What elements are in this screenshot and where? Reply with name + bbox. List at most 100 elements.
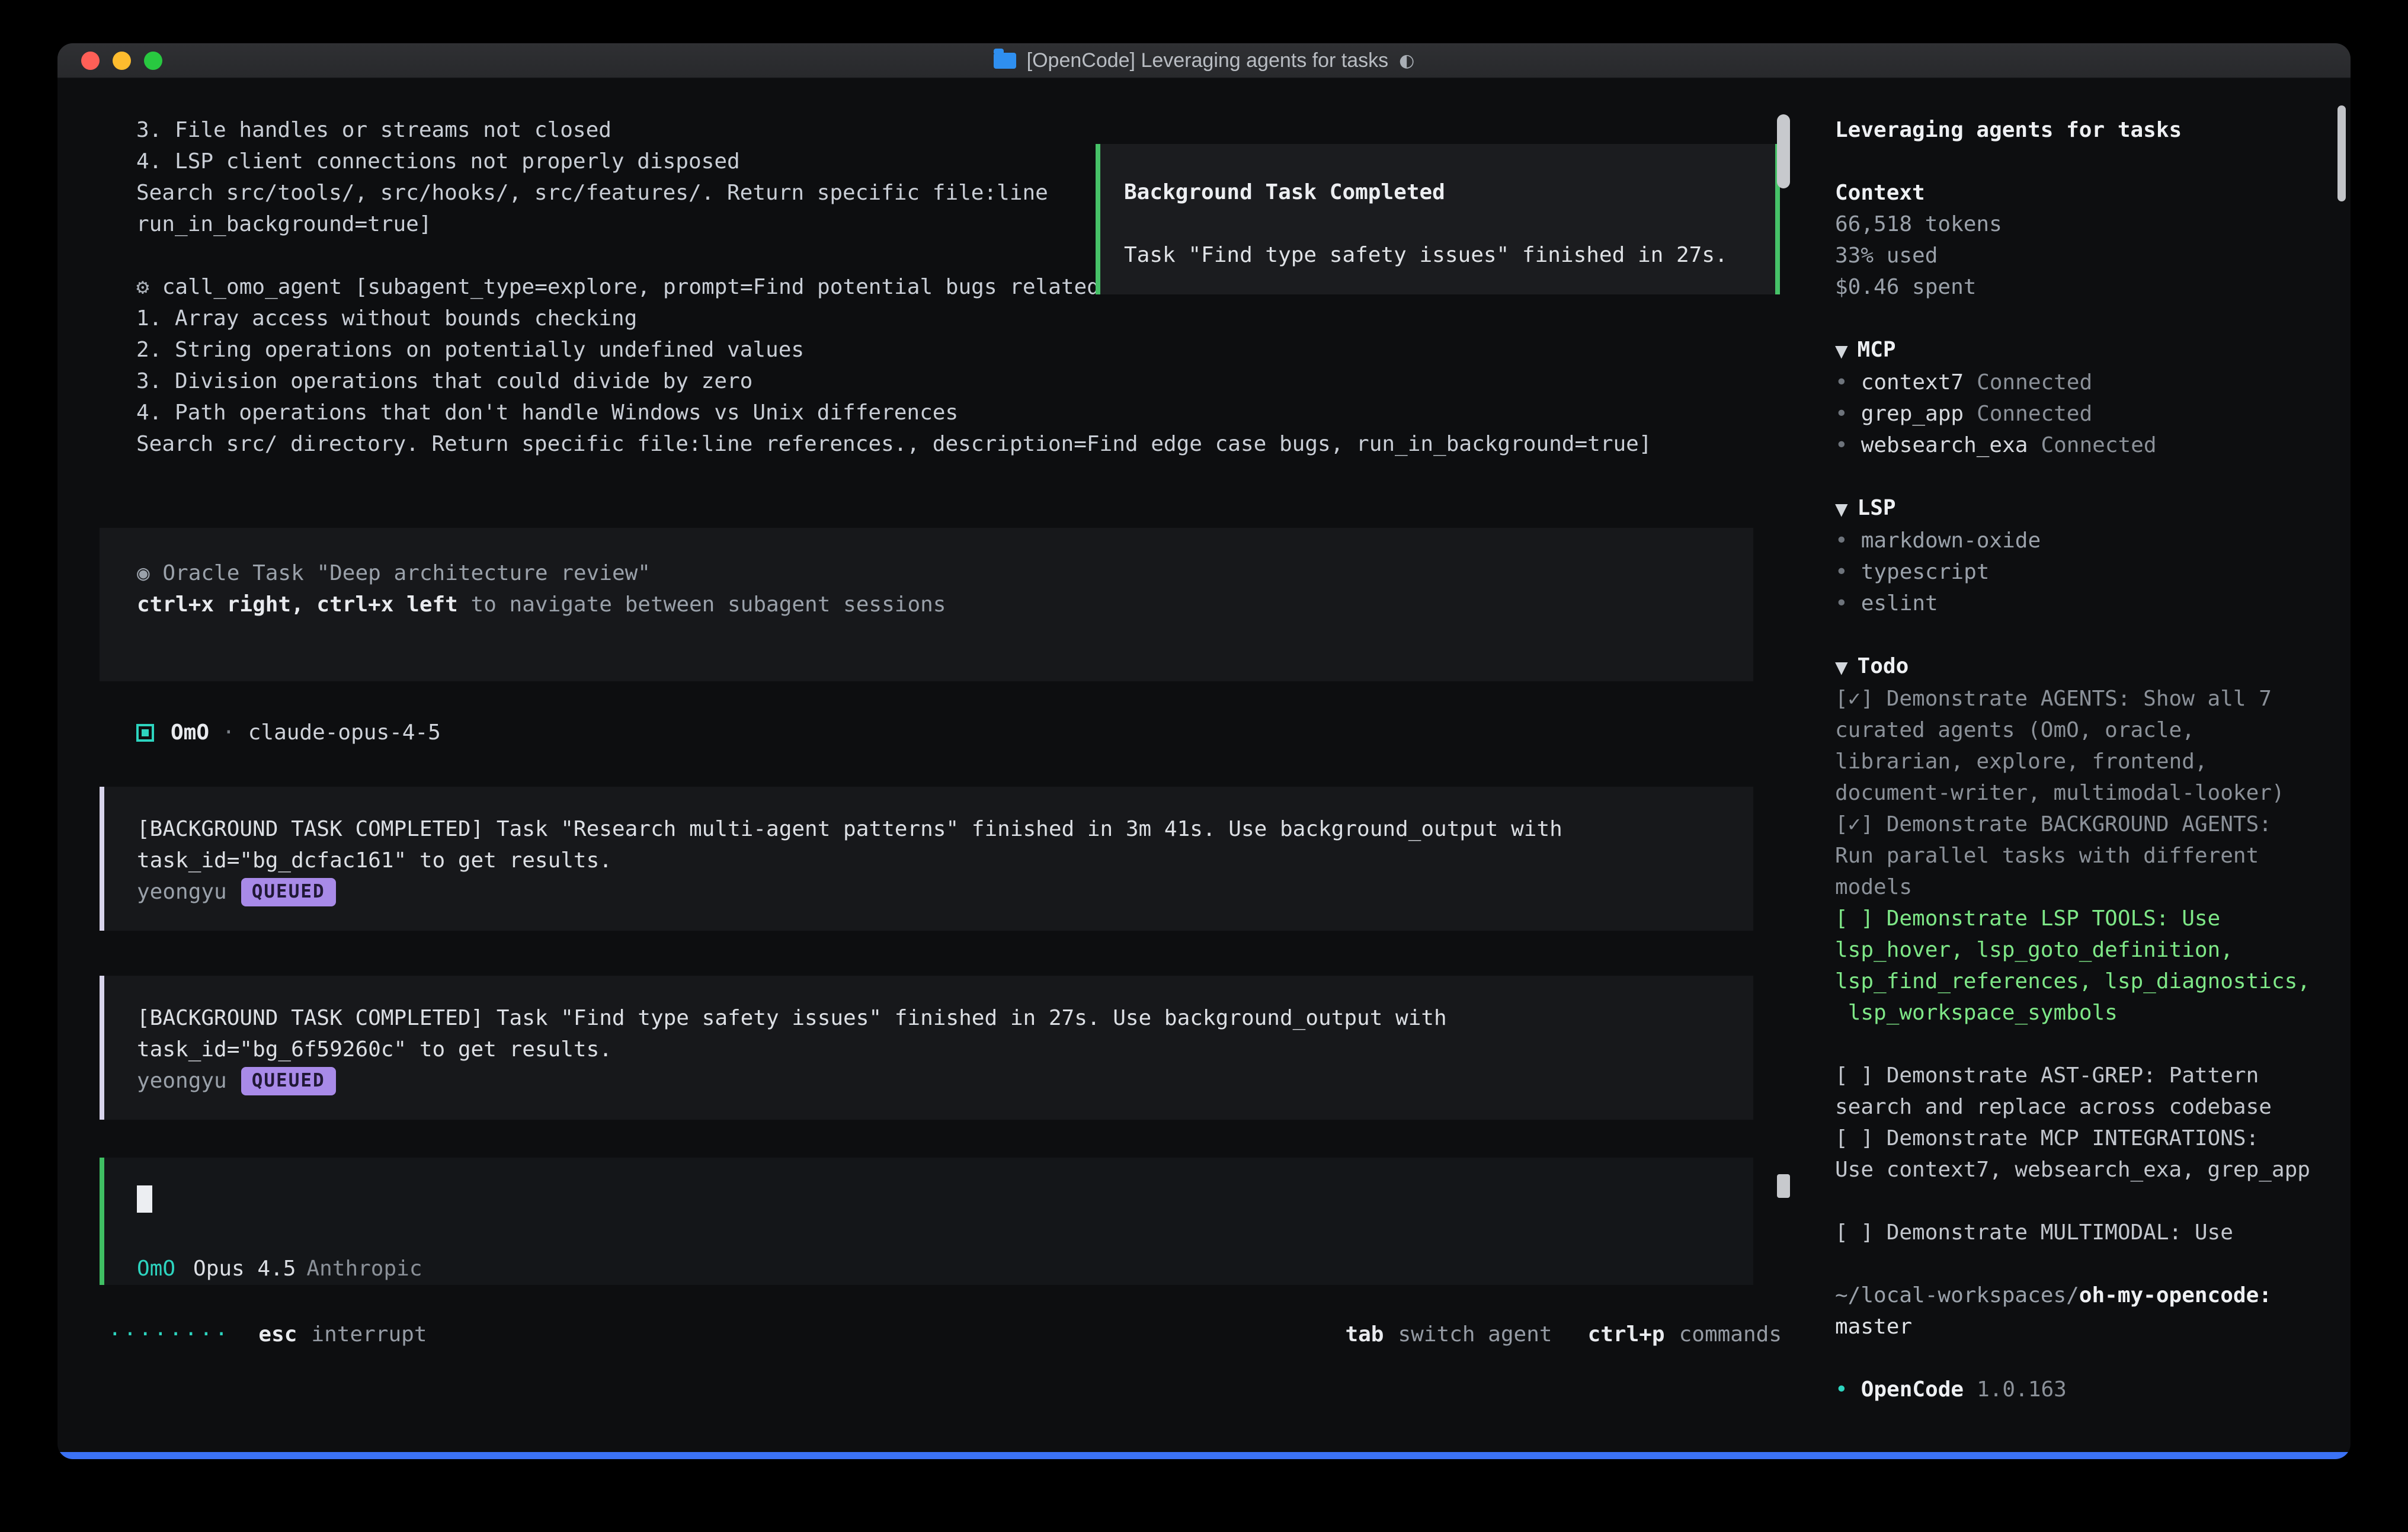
context-spent: $0.46 spent [1835,271,2333,303]
todo-header-label: Todo [1858,654,1909,678]
lsp-item: •typescript [1835,556,2333,588]
workspace-path-prefix: ~/local-workspaces/ [1835,1283,2079,1307]
window-title: [OpenCode] Leveraging agents for tasks [1027,49,1389,72]
todo-item: [ ] Demonstrate AST-GREP: Pattern search… [1835,1060,2333,1123]
hint-keys: ctrl+x right, ctrl+x left [137,592,458,617]
mcp-item: •context7Connected [1835,367,2333,398]
gear-icon: ⚙ [136,275,149,299]
session-title: Leveraging agents for tasks [1835,114,2333,146]
sidebar-scrollbar-thumb[interactable] [2337,105,2346,201]
status-bar: ········ esc interrupt tab switch agent … [57,1319,1799,1350]
spinner-dots: ········ [108,1319,230,1350]
notification-title: Background Task Completed [1124,177,1775,208]
lsp-item: • markdown-oxide [1835,525,2333,556]
agent-icon [136,724,154,742]
close-button[interactable] [81,52,100,70]
tool-call-list-item: 1. Array access without bounds checking [57,303,1799,334]
context-tokens: 66,518 tokens [1835,209,2333,240]
context-header: Context [1835,177,2333,209]
queued-badge: QUEUED [241,1067,336,1095]
window-title-group: [OpenCode] Leveraging agents for tasks ◐ [994,49,1415,72]
mcp-item-name: grep_app [1861,402,1964,426]
message-author: yeongyu [137,1065,227,1097]
folder-icon [994,53,1016,69]
session-status-icon: ◐ [1399,50,1414,71]
chat-pane: 3. File handles or streams not closed 4.… [57,79,1799,1452]
chevron-down-icon: ▼ [1835,341,1848,361]
todo-item: [✓] Demonstrate BACKGROUND AGENTS: Run p… [1835,809,2333,903]
agent-name: OmO [171,717,209,748]
message-block: [BACKGROUND TASK COMPLETED] Task "Resear… [100,787,1753,931]
lsp-header-label: LSP [1858,496,1896,520]
tool-call-tail: Search src/ directory. Return specific f… [57,428,1799,460]
main-scrollbar-thumb-lower[interactable] [1777,1174,1790,1198]
agent-model: claude-opus-4-5 [248,717,441,748]
tool-call-list-item: 4. Path operations that don't handle Win… [57,397,1799,428]
separator-dot: · [222,717,235,748]
status-right-group: tab switch agent ctrl+p commands [1345,1319,1782,1350]
bullet-icon: • [1835,1377,1848,1402]
zoom-button[interactable] [144,52,162,70]
message-author: yeongyu [137,876,227,908]
queued-badge: QUEUED [241,878,336,906]
context-used: 33% used [1835,240,2333,271]
oracle-task-panel: ◉ Oracle Task "Deep architecture review"… [100,528,1753,681]
tool-call-list-item: 2. String operations on potentially unde… [57,334,1799,366]
app-name: OpenCode [1861,1377,1964,1402]
cursor-line [137,1182,1753,1214]
minimize-button[interactable] [113,52,131,70]
ctrlp-key-label: commands [1679,1319,1782,1350]
mcp-section-header[interactable]: ▼ MCP [1835,334,2333,367]
message-text: [BACKGROUND TASK COMPLETED] Task "Find t… [137,1002,1730,1065]
workspace-path: ~/local-workspaces/oh-my-opencode: [1835,1280,2333,1311]
todo-item: [ ] Demonstrate MULTIMODAL: Use [1835,1217,2333,1248]
input-provider-label: Anthropic [306,1257,422,1281]
lsp-item-name: eslint [1861,591,1938,616]
terminal-window: [OpenCode] Leveraging agents for tasks ◐… [57,43,2351,1459]
todo-section-header[interactable]: ▼ Todo [1835,650,2333,683]
hint-text: to navigate between subagent sessions [458,592,946,617]
prompt-input[interactable]: OmOOpus 4.5Anthropic [100,1158,1753,1285]
chevron-down-icon: ▼ [1835,658,1848,677]
bullet-icon: • [1835,402,1848,426]
tool-call-list-item: 3. Division operations that could divide… [57,366,1799,397]
todo-item: [✓] Demonstrate AGENTS: Show all 7 curat… [1835,683,2333,809]
bullet-icon: • [1835,591,1848,616]
message-block: [BACKGROUND TASK COMPLETED] Task "Find t… [100,976,1753,1120]
bullet-icon: • [1835,560,1848,584]
lsp-item: • eslint [1835,588,2333,619]
toast-notification: Background Task Completed Task "Find typ… [1096,144,1780,294]
message-text: [BACKGROUND TASK COMPLETED] Task "Resear… [137,813,1730,876]
oracle-task-title: Oracle Task "Deep architecture review" [150,561,651,585]
record-icon: ◉ [137,561,150,585]
oracle-hint-line: ctrl+x right, ctrl+x left to navigate be… [137,589,1753,620]
lsp-item-name: markdown-oxide [1861,528,2041,553]
mcp-item: •websearch_exaConnected [1835,430,2333,461]
bullet-icon: • [1835,433,1848,457]
titlebar: [OpenCode] Leveraging agents for tasks ◐ [57,43,2351,79]
input-agent-label: OmO [137,1257,175,1281]
esc-key-hint: esc [258,1319,297,1350]
workspace-branch: master [1835,1311,2333,1342]
window-accent-strip [57,1452,2351,1459]
todo-item: [ ] Demonstrate LSP TOOLS: Use lsp_hover… [1835,903,2333,1028]
app-version: 1.0.163 [1977,1377,2067,1402]
message-meta: yeongyu QUEUED [137,1065,1730,1097]
mcp-item-name: context7 [1861,370,1964,395]
tab-key-hint: tab [1345,1319,1384,1350]
lsp-section-header[interactable]: ▼ LSP [1835,492,2333,525]
workspace-repo: oh-my-opencode: [2079,1283,2272,1307]
main-scrollbar-thumb[interactable] [1777,114,1790,188]
bullet-icon: • [1835,370,1848,395]
notification-body: Task "Find type safety issues" finished … [1124,239,1775,271]
mcp-item: •grep_appConnected [1835,398,2333,430]
chevron-down-icon: ▼ [1835,499,1848,519]
version-row: • OpenCode 1.0.163 [1835,1374,2333,1405]
ctrlp-key-hint: ctrl+p [1588,1319,1665,1350]
bullet-icon: • [1835,528,1848,553]
message-meta: yeongyu QUEUED [137,876,1730,908]
todo-item: [ ] Demonstrate MCP INTEGRATIONS: Use co… [1835,1123,2333,1185]
mcp-item-status: Connected [2041,433,2156,457]
oracle-task-title-line: ◉ Oracle Task "Deep architecture review" [137,557,1753,589]
mcp-header-label: MCP [1858,338,1896,362]
